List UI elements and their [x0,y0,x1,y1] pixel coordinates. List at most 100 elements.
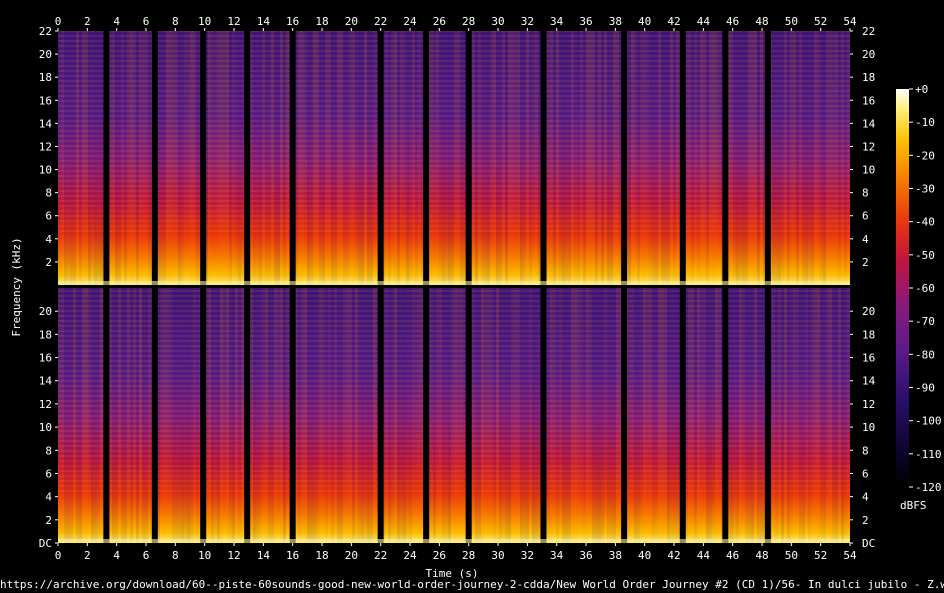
spectrogram-texture [388,31,391,285]
spectrogram-texture [661,31,664,285]
silence-gap-9 [540,288,547,543]
spectrogram-texture [613,288,616,543]
spectrogram-texture [595,288,598,543]
spectrogram-texture [520,31,523,285]
spectrogram-texture [493,31,496,285]
x-tick-label-bottom: 8 [172,549,179,562]
spectrogram-texture [217,31,220,285]
spectrogram-texture [94,288,97,543]
spectrogram-texture [616,288,619,543]
spectrogram-texture [412,31,415,285]
y-tick-label-left: 2 [45,514,52,527]
spectrogram-texture [304,31,307,285]
spectrogram-texture [736,288,739,543]
spectrogram-texture [673,31,676,285]
spectrogram-texture [607,31,610,285]
spectrogram-texture [805,31,808,285]
y-tick-label-left: 22 [39,25,52,38]
spectrogram-texture [556,31,559,285]
spectrogram-texture [811,288,814,543]
spectrogram-texture [703,288,706,543]
spectrogram-texture [256,31,259,285]
spectrogram-texture [325,288,328,543]
spectrogram-texture [631,31,634,285]
spectrogram-texture [730,288,733,543]
spectrogram-texture [697,288,700,543]
spectrogram-texture [640,31,643,285]
silence-gap-4 [244,288,251,543]
spectrogram-texture [652,288,655,543]
spectrogram-texture [406,31,409,285]
spectrogram-texture [166,288,169,543]
x-tick-label-bottom: 4 [113,549,120,562]
colorbar-tick-label: -10 [915,116,935,129]
spectrogram-texture [577,31,580,285]
spectrogram-texture [820,31,823,285]
spectrogram-texture [109,288,112,543]
spectrogram-texture [832,31,835,285]
spectrogram-channel-1 [58,31,850,285]
spectrogram-texture [364,31,367,285]
spectrogram-texture [127,288,130,543]
spectrogram-texture [844,31,847,285]
spectrogram-texture [832,288,835,543]
spectrogram-texture [676,288,679,543]
spectrogram-texture [187,31,190,285]
spectrogram-texture [487,288,490,543]
spectrogram-texture [259,288,262,543]
spectrogram-texture [673,288,676,543]
spectrogram-texture [574,288,577,543]
spectrogram-texture [496,288,499,543]
spectrogram-texture [598,31,601,285]
spectrogram-texture [97,31,100,285]
spectrogram-texture [613,31,616,285]
x-tick-label-top: 50 [785,15,798,28]
spectrogram-texture [127,31,130,285]
silence-gap-6 [377,31,384,285]
spectrogram-texture [829,288,832,543]
spectrogram-texture [82,288,85,543]
spectrogram-texture [820,288,823,543]
spectrogram-texture [505,31,508,285]
spectrogram-texture [169,31,172,285]
spectrogram-texture [460,288,463,543]
x-tick-label-top: 26 [433,15,446,28]
spectrogram-texture [118,288,121,543]
spectrogram-texture [112,31,115,285]
spectrogram-texture [508,31,511,285]
silence-gap-8 [465,31,472,285]
spectrogram-texture [649,31,652,285]
spectrogram-texture [694,31,697,285]
spectrogram-texture [76,31,79,285]
spectrogram-texture [64,31,67,285]
spectrogram-texture [499,31,502,285]
x-tick-label-top: 36 [579,15,592,28]
spectrogram-texture [691,288,694,543]
spectrogram-texture [70,288,73,543]
spectrogram-texture [415,31,418,285]
spectrogram-texture [757,288,760,543]
spectrogram-texture [358,288,361,543]
spectrogram-texture [256,288,259,543]
spectrogram-texture [535,31,538,285]
spectrogram-texture [700,31,703,285]
y-tick-label-left: 4 [45,233,52,246]
spectrogram-texture [172,31,175,285]
spectrogram-texture [148,288,151,543]
y-tick-label-right: 18 [862,328,875,341]
x-tick-label-bottom: 26 [433,549,446,562]
spectrogram-texture [760,31,763,285]
spectrogram-texture [409,31,412,285]
spectrogram-texture [400,31,403,285]
y-tick-label-right: 4 [862,233,869,246]
colorbar-tick-label: -80 [915,348,935,361]
spectrogram-texture [226,31,229,285]
spectrogram-texture [223,31,226,285]
y-tick-label-left: 10 [39,164,52,177]
y-tick-label-right: 12 [862,140,875,153]
spectrogram-texture [523,31,526,285]
spectrogram-texture [571,288,574,543]
y-tick-label-left: 12 [39,140,52,153]
spectrogram-texture [547,288,550,543]
spectrogram-texture [796,288,799,543]
